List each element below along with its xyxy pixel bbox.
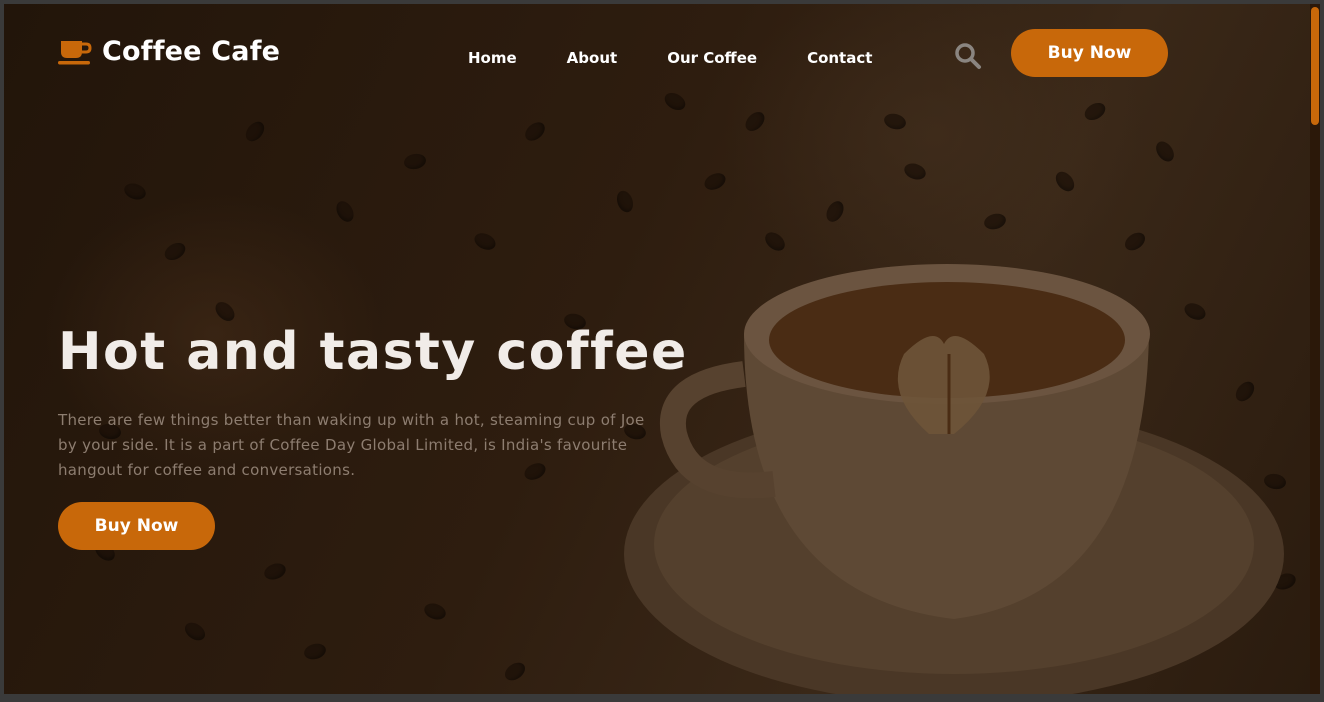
coffee-bean: [501, 659, 529, 684]
search-icon[interactable]: [954, 42, 982, 70]
hero-buy-now-button[interactable]: Buy Now: [58, 502, 215, 550]
coffee-bean: [302, 641, 328, 662]
coffee-bean: [701, 170, 729, 193]
hero-description: There are few things better than waking …: [58, 411, 645, 479]
coffee-bean: [122, 180, 148, 203]
brand-name: Coffee Cafe: [102, 36, 281, 67]
coffee-bean: [262, 560, 288, 583]
coffee-bean: [902, 160, 928, 183]
scrollbar[interactable]: [1310, 4, 1320, 694]
hero-title: Hot and tasty coffee: [58, 322, 688, 382]
scrollbar-thumb[interactable]: [1311, 7, 1319, 125]
coffee-cup-image: [624, 264, 1284, 694]
page-viewport: Coffee Cafe Home About Our Coffee Contac…: [4, 4, 1312, 694]
coffee-bean: [614, 188, 636, 215]
coffee-bean: [1081, 99, 1109, 124]
coffee-bean: [422, 600, 448, 623]
brand-logo[interactable]: Coffee Cafe: [58, 36, 280, 67]
coffee-bean: [181, 619, 209, 644]
coffee-bean: [1052, 168, 1078, 195]
nav-home-link[interactable]: Home: [468, 49, 517, 67]
coffee-bean: [242, 118, 268, 145]
coffee-bean: [161, 239, 189, 264]
coffee-bean: [1152, 138, 1178, 165]
coffee-bean: [402, 152, 428, 171]
coffee-cup-icon: [58, 38, 92, 66]
coffee-bean: [471, 230, 499, 253]
main-nav: Home About Our Coffee Contact: [468, 49, 872, 67]
header-buy-now-button[interactable]: Buy Now: [1011, 29, 1168, 77]
nav-our-coffee-link[interactable]: Our Coffee: [667, 49, 757, 67]
coffee-bean: [982, 211, 1008, 232]
coffee-bean: [882, 111, 908, 132]
coffee-bean: [521, 118, 549, 145]
coffee-bean: [661, 89, 689, 114]
nav-about-link[interactable]: About: [567, 49, 618, 67]
coffee-bean: [823, 198, 847, 225]
coffee-bean: [741, 108, 769, 135]
coffee-bean: [211, 298, 239, 325]
coffee-bean: [333, 198, 357, 225]
nav-contact-link[interactable]: Contact: [807, 49, 872, 67]
